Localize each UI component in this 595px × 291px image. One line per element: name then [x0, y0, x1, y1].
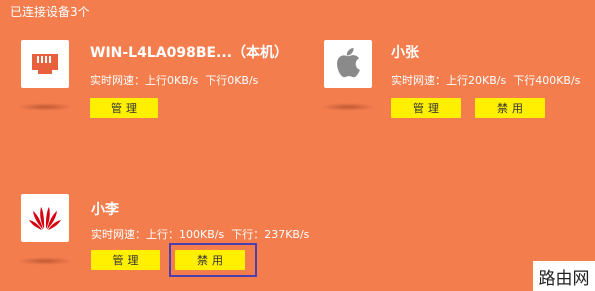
icon-shadow	[17, 257, 73, 265]
upload-speed: 上行：100KB/s	[146, 228, 225, 241]
upload-speed: 上行0KB/s	[145, 74, 199, 87]
speed-label: 实时网速：	[391, 74, 446, 87]
device-speed: 实时网速：上行：100KB/s 下行：237KB/s	[91, 226, 309, 242]
download-speed: 下行0KB/s	[205, 74, 259, 87]
manage-button[interactable]: 管理	[90, 98, 158, 118]
device-speed: 实时网速：上行0KB/s 下行0KB/s	[90, 72, 258, 88]
device-icon-frame	[21, 194, 69, 242]
device-name: 小李	[91, 202, 119, 218]
device-name: 小张	[391, 45, 419, 61]
speed-label: 实时网速：	[91, 228, 146, 241]
device-name: WIN-L4LA098BE...（本机）	[90, 45, 289, 61]
icon-shadow	[320, 103, 376, 111]
block-button[interactable]: 禁用	[475, 98, 545, 118]
huawei-icon	[27, 201, 63, 235]
device-icon-frame	[324, 40, 372, 88]
connected-devices-count: 已连接设备3个	[10, 5, 90, 19]
apple-icon	[333, 46, 363, 82]
manage-button[interactable]: 管理	[391, 98, 461, 118]
ethernet-port-icon	[28, 48, 62, 80]
download-speed: 下行400KB/s	[513, 74, 581, 87]
icon-shadow	[17, 103, 73, 111]
upload-speed: 上行20KB/s	[446, 74, 507, 87]
device-speed: 实时网速：上行20KB/s 下行400KB/s	[391, 72, 580, 88]
manage-button[interactable]: 管理	[91, 250, 160, 270]
watermark-logo: 路由网	[533, 261, 595, 291]
download-speed: 下行：237KB/s	[231, 228, 310, 241]
block-button-highlight	[169, 243, 257, 277]
speed-label: 实时网速：	[90, 74, 145, 87]
device-icon-frame	[21, 40, 69, 88]
